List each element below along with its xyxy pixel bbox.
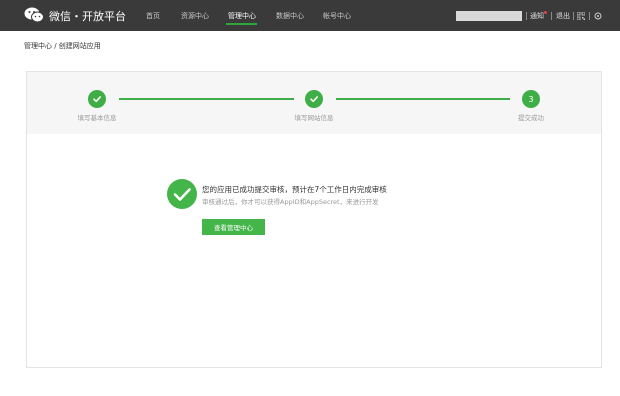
wechat-logo-icon[interactable] [24,7,44,23]
result-card: 3 填写基本信息 填写网站信息 提交成功 您的应用已成功提交审核，预计在7个工作… [26,71,602,368]
check-icon [93,96,101,103]
success-check-icon [167,179,197,209]
divider [551,12,552,20]
step-2-done [305,90,323,108]
breadcrumb: 管理中心 / 创建网站应用 [24,42,101,50]
settings-icon[interactable] [594,12,602,20]
step-1-label: 填写基本信息 [77,114,117,122]
check-icon [310,96,318,103]
progress-steps: 3 填写基本信息 填写网站信息 提交成功 [27,72,601,134]
step-3-current: 3 [522,90,540,108]
step-1-done [88,90,106,108]
qr-code-icon[interactable] [577,12,585,20]
view-management-center-button[interactable]: 查看管理中心 [202,219,265,235]
check-icon [173,188,191,201]
step-2-label: 填写网站信息 [294,114,334,122]
top-navigation-bar: 微信・开放平台 首页 资源中心 管理中心 数据中心 帐号中心 通知 退出 [0,0,620,31]
divider [589,12,590,20]
nav-item-data[interactable]: 数据中心 [276,11,304,21]
step-connector [336,98,510,100]
notify-badge [544,11,547,14]
step-connector [119,98,294,100]
active-nav-indicator [226,23,257,25]
brand-title[interactable]: 微信・开放平台 [49,8,126,24]
success-title: 您的应用已成功提交审核，预计在7个工作日内完成审核 [202,185,387,194]
nav-item-resources[interactable]: 资源中心 [181,11,209,21]
nav-item-home[interactable]: 首页 [146,11,160,21]
notify-link[interactable]: 通知 [530,11,544,21]
success-subtitle: 审核通过后，你才可以获得AppID和AppSecret，来进行开发 [202,198,379,206]
divider [573,12,574,20]
step-number: 3 [528,94,534,104]
nav-item-account[interactable]: 帐号中心 [323,11,351,21]
account-name-box[interactable] [456,11,522,21]
nav-item-management[interactable]: 管理中心 [228,11,256,21]
logout-link[interactable]: 退出 [556,11,570,21]
divider [526,12,527,20]
step-3-label: 提交成功 [518,114,544,122]
